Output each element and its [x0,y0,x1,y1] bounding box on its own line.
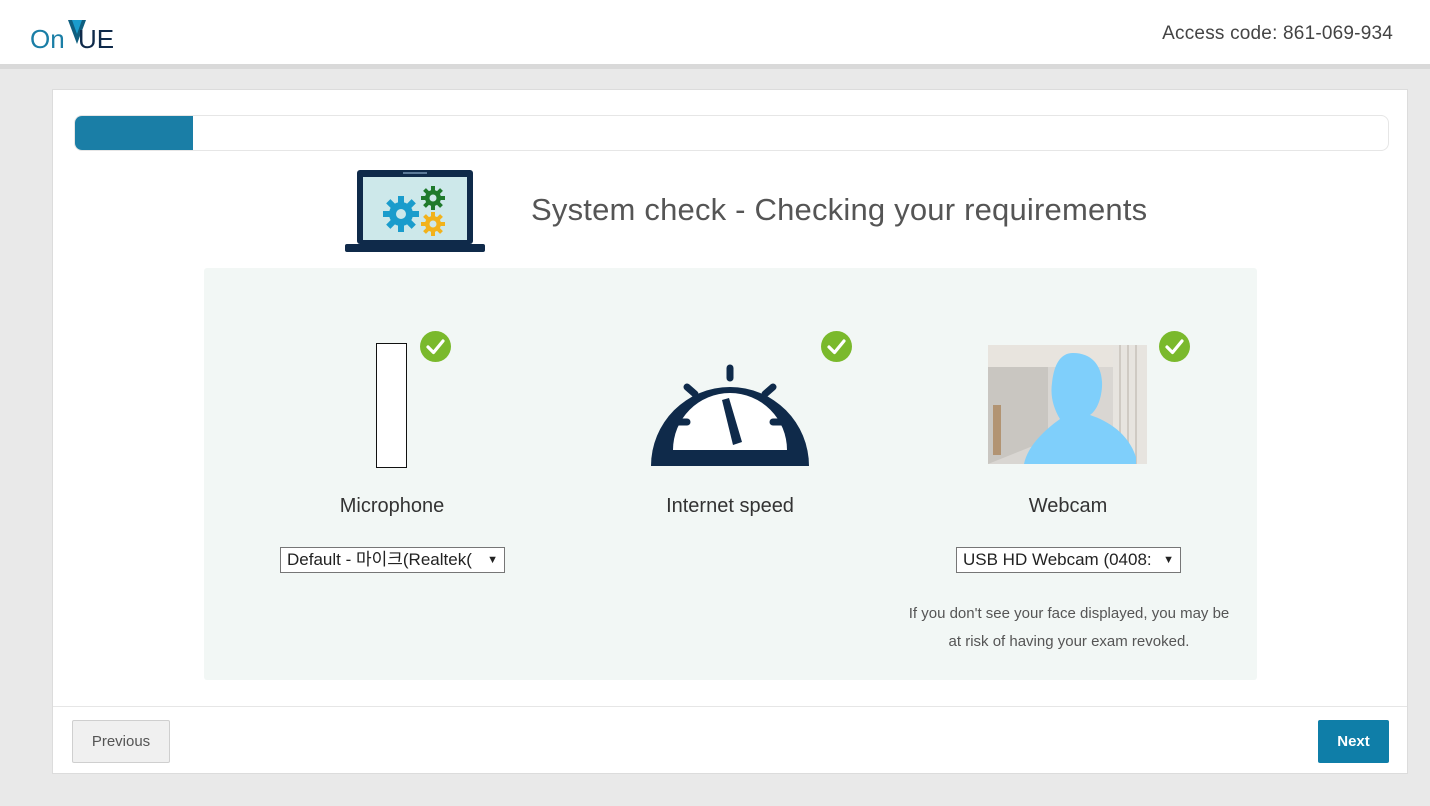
progress-fill [75,116,194,150]
laptop-gears-icon [345,170,485,252]
speedometer-icon [651,364,809,466]
onvue-logo: On UE [30,20,114,54]
footer-divider [53,706,1407,707]
webcam-warning-line-2: at risk of having your exam revoked. [948,633,1190,650]
previous-button[interactable]: Previous [72,720,170,763]
logo-text-on: On [30,24,65,54]
webcam-label: Webcam [1028,495,1108,517]
access-code: Access code: 861-069-934 [1162,23,1393,44]
microphone-level-meter [376,343,407,468]
internet-speed-label: Internet speed [666,495,794,517]
webcam-warning: If you don't see your face displayed, yo… [894,600,1244,656]
internet-checkmark-icon [821,331,852,362]
microphone-checkmark-icon [420,331,451,362]
progress-bar [74,115,1389,151]
microphone-select-value: Default - 마이크(Realtek( [287,550,472,569]
check-panel: Microphone Default - 마이크(Realtek( ▼ Inte… [204,268,1257,680]
logo-text-ue: UE [78,24,114,54]
microphone-label: Microphone [339,495,445,517]
webcam-select[interactable]: USB HD Webcam (0408: ▼ [956,547,1181,573]
next-button[interactable]: Next [1318,720,1389,763]
webcam-warning-line-1: If you don't see your face displayed, yo… [908,605,1230,622]
webcam-preview [988,345,1147,464]
chevron-down-icon: ▼ [1163,554,1174,566]
webcam-select-value: USB HD Webcam (0408: [963,550,1152,569]
system-check-card: System check - Checking your requirement… [52,89,1408,774]
top-bar: On UE Access code: 861-069-934 [0,0,1430,69]
page-title: System check - Checking your requirement… [531,192,1148,227]
microphone-select[interactable]: Default - 마이크(Realtek( ▼ [280,547,505,573]
chevron-down-icon: ▼ [487,554,498,566]
webcam-checkmark-icon [1159,331,1190,362]
